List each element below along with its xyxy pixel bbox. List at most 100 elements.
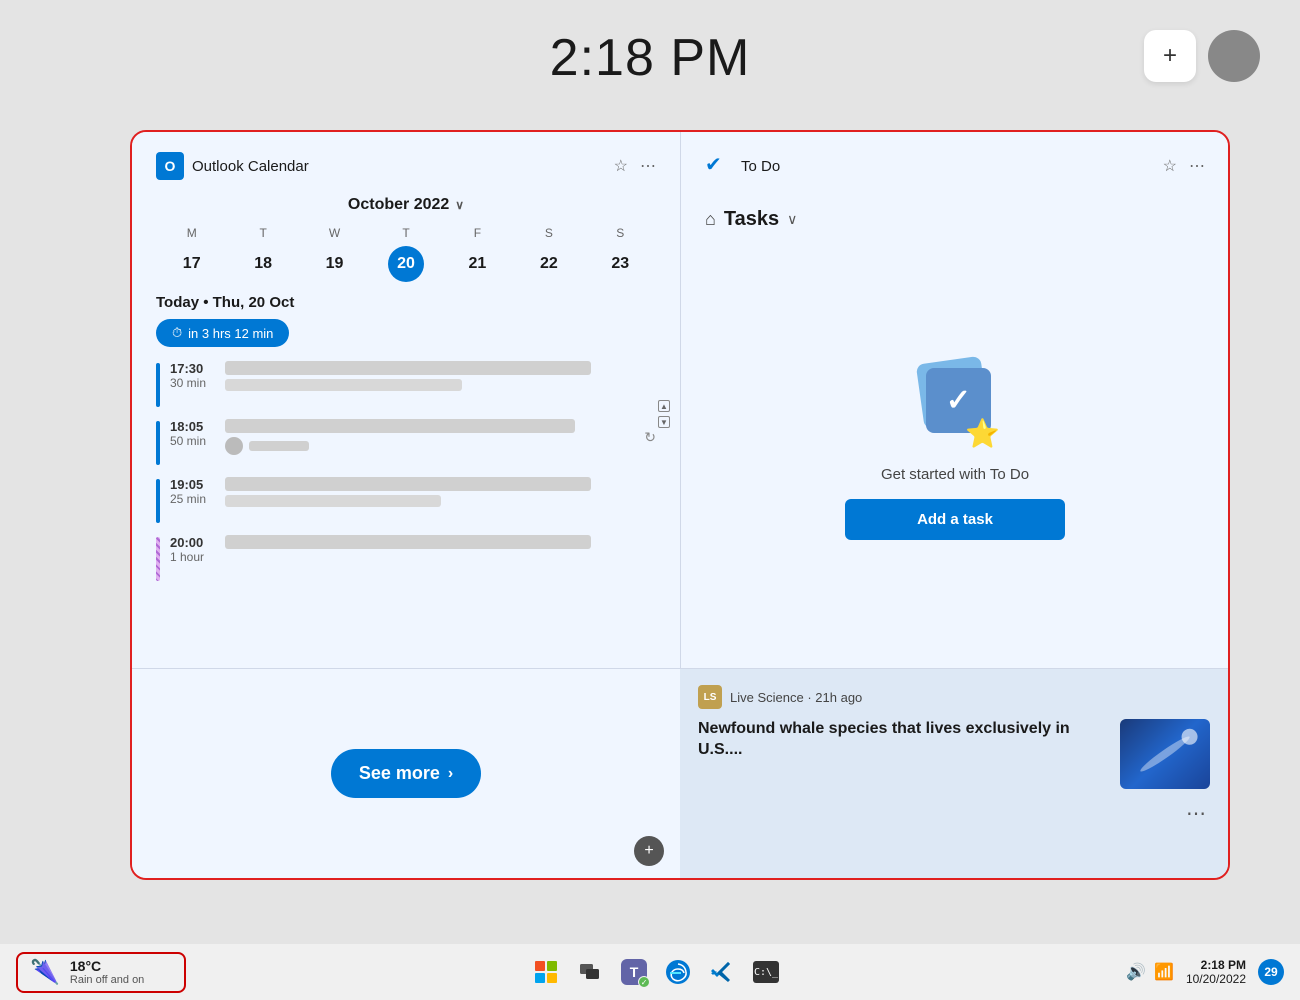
calendar-day-numbers: 17 18 19 20 21 22 23	[156, 246, 656, 282]
calendar-more-icon[interactable]: ⋯	[640, 156, 656, 176]
event-1905-hour: 19:05	[170, 477, 215, 492]
day-19[interactable]: 19	[317, 246, 353, 282]
tasks-home-icon: ⌂	[705, 209, 716, 230]
news-comet-shape	[1138, 734, 1192, 775]
time-until-badge[interactable]: ⏱ in 3 hrs 12 min	[156, 319, 289, 347]
event-1805-hour: 18:05	[170, 419, 215, 434]
weather-widget[interactable]: 🌂 18°C Rain off and on	[16, 952, 186, 993]
network-icon[interactable]: 📶	[1154, 962, 1174, 982]
add-task-button[interactable]: Add a task	[845, 499, 1065, 540]
widget-container: O Outlook Calendar ☆ ⋯ October 2022 ∨ M …	[130, 130, 1230, 880]
tasks-chevron-icon[interactable]: ∨	[787, 211, 797, 228]
teams-check-badge: ✓	[638, 976, 650, 988]
event-1905: 19:05 25 min	[156, 477, 656, 523]
outlook-icon: O	[156, 152, 184, 180]
widget-row-bottom: See more › + LS Live Science · 21h ago N…	[132, 668, 1228, 878]
event-2000-dur: 1 hour	[170, 550, 215, 564]
event-1730: 17:30 30 min	[156, 361, 656, 407]
win-sq-red	[535, 961, 545, 971]
calendar-day-headers: M T W T F S S	[156, 224, 656, 242]
event-1905-bar	[156, 479, 160, 523]
vscode-button[interactable]	[704, 954, 740, 990]
add-to-widget-button[interactable]: +	[634, 836, 664, 866]
task-view-button[interactable]	[572, 954, 608, 990]
scroll-up-arrow[interactable]: ▲	[658, 400, 670, 412]
todo-panel-header: ✔ To Do ☆ ⋯	[705, 152, 1205, 180]
todo-empty-text: Get started with To Do	[881, 466, 1029, 483]
event-1730-bar	[156, 363, 160, 407]
event-2000-title-bar	[225, 535, 591, 549]
calendar-header-left: O Outlook Calendar	[156, 152, 309, 180]
weather-description: Rain off and on	[70, 974, 144, 986]
scroll-down-arrow[interactable]: ▼	[658, 416, 670, 428]
month-chevron-icon: ∨	[455, 198, 464, 212]
news-title[interactable]: Newfound whale species that lives exclus…	[698, 719, 1108, 761]
event-1805-dur: 50 min	[170, 434, 215, 448]
news-source: LS Live Science · 21h ago	[698, 685, 1210, 709]
day-20-today[interactable]: 20	[388, 246, 424, 282]
news-image	[1120, 719, 1210, 789]
day-header-sun: S	[585, 224, 656, 242]
weather-icon: 🌂	[30, 958, 60, 987]
event-1805-avatar	[225, 437, 243, 455]
day-18[interactable]: 18	[245, 246, 281, 282]
todo-more-icon[interactable]: ⋯	[1189, 156, 1205, 176]
news-more-button[interactable]: ⋯	[1182, 799, 1210, 827]
edge-button[interactable]	[660, 954, 696, 990]
user-avatar[interactable]	[1208, 30, 1260, 82]
event-1730-hour: 17:30	[170, 361, 215, 376]
edge-icon	[665, 959, 691, 985]
event-1730-title-bar	[225, 361, 591, 375]
news-content: Newfound whale species that lives exclus…	[698, 719, 1210, 789]
calendar-pin-icon[interactable]: ☆	[614, 156, 628, 176]
event-1805-sub	[225, 437, 636, 455]
day-header-tue: T	[227, 224, 298, 242]
event-1905-title-bar	[225, 477, 591, 491]
terminal-button[interactable]: C:\_	[748, 954, 784, 990]
event-1805-text	[225, 419, 636, 455]
day-17[interactable]: 17	[174, 246, 210, 282]
todo-title: To Do	[741, 158, 780, 175]
todo-check-icon: ✔	[705, 152, 733, 180]
event-1805-title-bar	[225, 419, 575, 433]
taskbar-clock[interactable]: 2:18 PM 10/20/2022	[1186, 958, 1246, 986]
day-22[interactable]: 22	[531, 246, 567, 282]
time-until-text: in 3 hrs 12 min	[188, 326, 273, 341]
teams-button[interactable]: T ✓	[616, 954, 652, 990]
see-more-button[interactable]: See more ›	[331, 749, 481, 798]
event-1805-time: 18:05 50 min	[170, 419, 215, 448]
volume-icon[interactable]: 🔊	[1126, 962, 1146, 982]
day-header-thu: T	[370, 224, 441, 242]
notification-badge[interactable]: 29	[1258, 959, 1284, 985]
start-button[interactable]	[528, 954, 564, 990]
todo-header-right: ☆ ⋯	[1163, 156, 1205, 176]
taskbar-right: 🔊 📶 2:18 PM 10/20/2022 29	[1126, 958, 1284, 986]
tasks-header: ⌂ Tasks ∨	[705, 208, 1205, 231]
system-tray: 🔊 📶	[1126, 962, 1174, 982]
month-title[interactable]: October 2022 ∨	[348, 196, 464, 214]
month-nav: October 2022 ∨	[156, 196, 656, 214]
day-21[interactable]: 21	[459, 246, 495, 282]
calendar-title: Outlook Calendar	[192, 158, 309, 175]
todo-illustration: ✓ ⭐	[910, 360, 1000, 450]
news-text: Newfound whale species that lives exclus…	[698, 719, 1108, 789]
calendar-panel-header: O Outlook Calendar ☆ ⋯	[156, 152, 656, 180]
todo-panel: ✔ To Do ☆ ⋯ ⌂ Tasks ∨ ✓ ⭐	[681, 132, 1228, 668]
taskbar-date-text: 10/20/2022	[1186, 972, 1246, 986]
see-more-area: See more › +	[132, 669, 680, 878]
todo-pin-icon[interactable]: ☆	[1163, 156, 1177, 176]
taskbar: 🌂 18°C Rain off and on T ✓	[0, 944, 1300, 1000]
month-label: October 2022	[348, 196, 449, 214]
win-sq-yellow	[547, 973, 557, 983]
event-1805-repeat-icon[interactable]: ↻	[644, 429, 656, 446]
events-list: 17:30 30 min 18:05 50 min	[156, 361, 656, 581]
todo-empty-state: ✓ ⭐ Get started with To Do Add a task	[705, 251, 1205, 648]
clock-icon: ⏱	[172, 325, 182, 341]
see-more-arrow-icon: ›	[448, 765, 453, 783]
day-23[interactable]: 23	[602, 246, 638, 282]
day-header-sat: S	[513, 224, 584, 242]
tasks-title: Tasks	[724, 208, 779, 231]
event-1905-time: 19:05 25 min	[170, 477, 215, 506]
add-widget-button[interactable]: +	[1144, 30, 1196, 82]
event-1805-details: ↻	[225, 419, 656, 455]
